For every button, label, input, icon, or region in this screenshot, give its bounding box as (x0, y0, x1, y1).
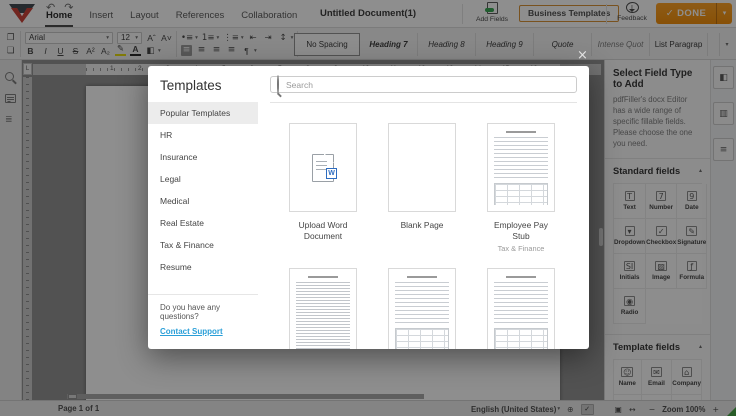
template-cards-row: W Upload Word Document Blank Page Employee … (270, 123, 577, 253)
template-card-employee-pay-stub[interactable]: Employee Pay Stub Tax & Finance (487, 123, 555, 253)
contact-support-link[interactable]: Contact Support (160, 327, 223, 336)
templates-modal: Templates Popular TemplatesHRInsuranceLe… (148, 66, 589, 349)
document-thumbnail (494, 275, 548, 349)
document-thumbnail (494, 130, 548, 205)
category-insurance[interactable]: Insurance (148, 146, 258, 168)
close-icon[interactable]: × (577, 49, 588, 62)
category-popular-templates[interactable]: Popular Templates (148, 102, 258, 124)
support-question: Do you have any questions? (160, 303, 246, 321)
template-preview: W (289, 123, 357, 212)
template-cards-row (270, 268, 577, 349)
template-card[interactable] (388, 268, 456, 349)
template-card-title: Upload Word Document (289, 220, 357, 242)
template-card[interactable] (487, 268, 555, 349)
search-input[interactable] (284, 79, 570, 91)
template-card-blank-page[interactable]: Blank Page (388, 123, 456, 253)
template-card-upload-word-document[interactable]: W Upload Word Document (289, 123, 357, 253)
word-w-badge: W (326, 168, 337, 179)
template-preview (487, 268, 555, 349)
template-card-subtitle: Tax & Finance (487, 244, 555, 253)
template-card-title: Employee Pay Stub (487, 220, 555, 242)
document-thumbnail (395, 275, 449, 349)
template-preview (388, 123, 456, 212)
template-preview (289, 268, 357, 349)
category-hr[interactable]: HR (148, 124, 258, 146)
template-search[interactable] (270, 76, 577, 93)
word-document-icon: W (312, 154, 334, 182)
templates-content-panel: W Upload Word Document Blank Page Employee … (258, 66, 589, 349)
template-categories: Popular TemplatesHRInsuranceLegalMedical… (148, 102, 258, 294)
category-legal[interactable]: Legal (148, 168, 258, 190)
template-card[interactable] (289, 268, 357, 349)
category-real-estate[interactable]: Real Estate (148, 212, 258, 234)
template-card-title: Blank Page (388, 220, 456, 231)
document-thumbnail (296, 275, 350, 349)
templates-category-panel: Templates Popular TemplatesHRInsuranceLe… (148, 66, 258, 349)
category-resume[interactable]: Resume (148, 256, 258, 278)
template-preview (487, 123, 555, 212)
category-tax-finance[interactable]: Tax & Finance (148, 234, 258, 256)
docx-editor-app: ↶ ↷ HomeInsertLayoutReferencesCollaborat… (0, 0, 736, 416)
modal-footer: Do you have any questions? Contact Suppo… (148, 294, 258, 349)
modal-title: Templates (148, 66, 258, 102)
search-icon (277, 76, 279, 94)
template-preview (388, 268, 456, 349)
category-medical[interactable]: Medical (148, 190, 258, 212)
